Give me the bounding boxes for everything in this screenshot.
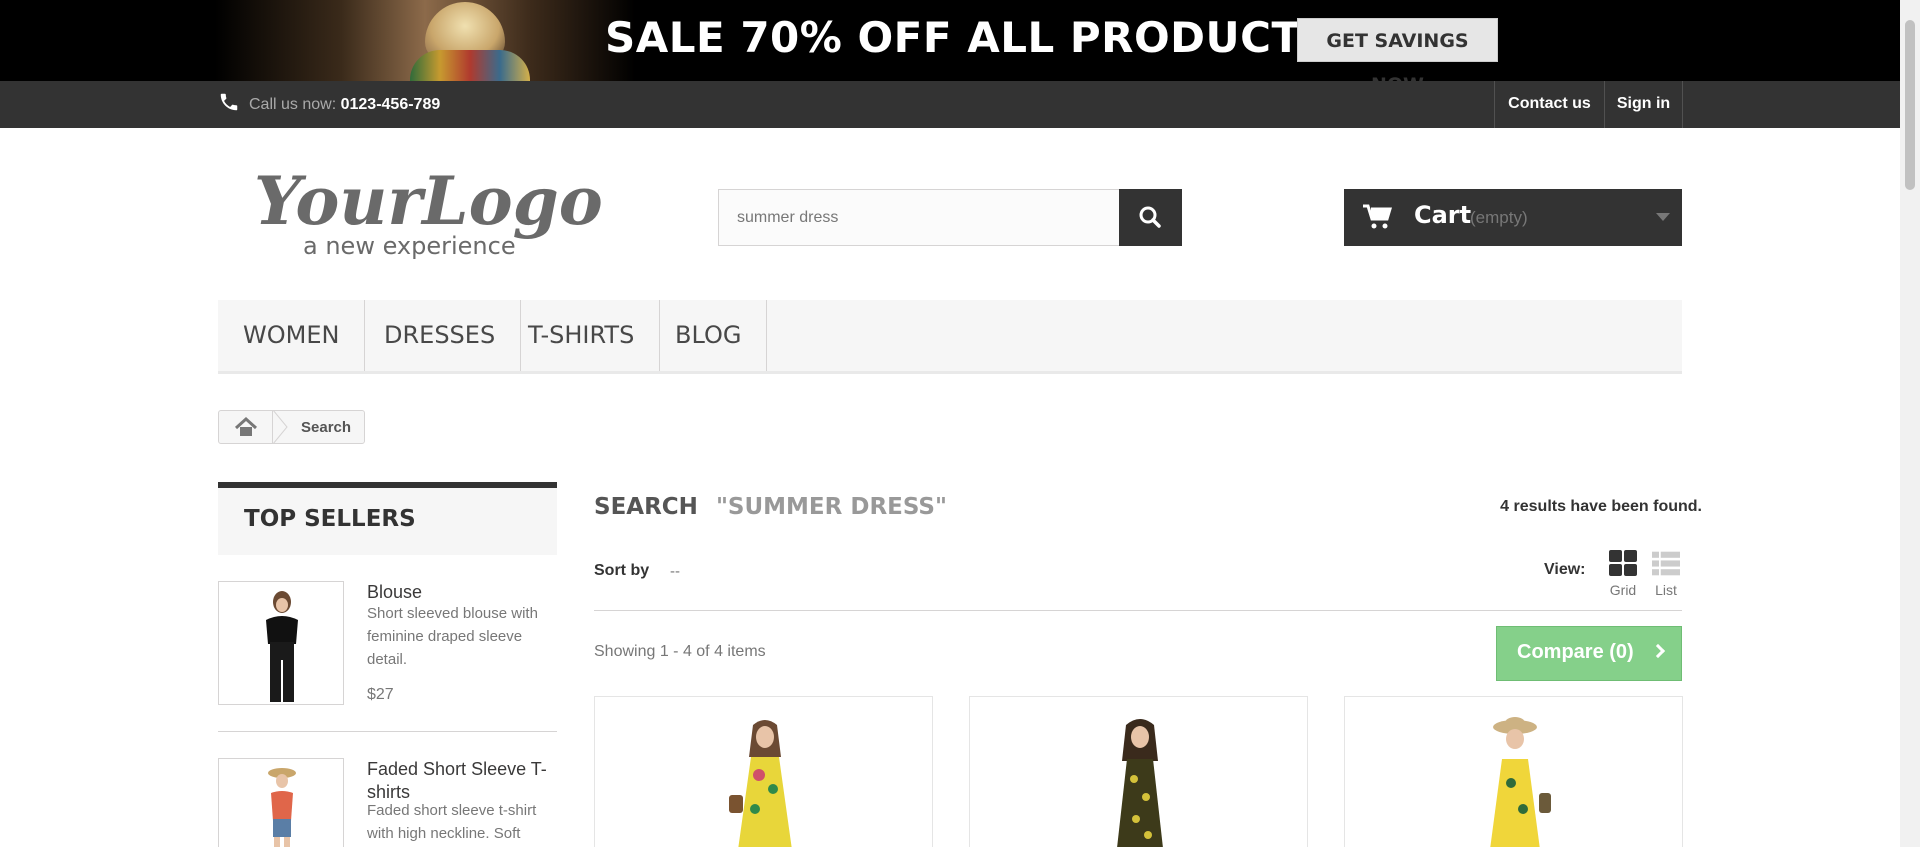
menu-item-dresses[interactable]: DRESSES [359,300,522,371]
blouse-model-image [266,591,298,702]
promo-title: SALE 70% OFF ALL PRODUCTS [605,13,1332,62]
results-count: 4 results have been found. [1500,498,1702,515]
phone-icon [220,93,238,111]
logo-tagline: a new experience [303,232,516,260]
list-caption: List [1655,582,1677,598]
main-menu: WOMEN DRESSES T-SHIRTS BLOG [218,300,1682,374]
search-icon [1139,206,1161,228]
product-card[interactable] [969,696,1308,847]
grid-caption: Grid [1609,582,1637,598]
search-query: "SUMMER DRESS" [715,494,947,520]
menu-item-tshirts[interactable]: T-SHIRTS [503,300,661,371]
product-card[interactable] [1344,696,1683,847]
product-image [1490,717,1551,847]
page-scrollbar[interactable] [1900,0,1920,847]
cart-status: (empty) [1470,208,1528,227]
scrollbar-thumb[interactable] [1905,20,1915,190]
top-sellers-title: TOP SELLERS [218,482,557,555]
chevron-right-icon [1650,643,1666,659]
sort-select[interactable]: -- [670,563,680,580]
content-divider [594,610,1682,611]
grid-icon [1609,550,1637,576]
search-heading-label: SEARCH [594,494,698,520]
product-image [1117,719,1163,847]
view-list-button[interactable]: List [1648,550,1684,598]
logo-text: YourLogo [254,162,603,240]
cart-icon [1363,204,1392,229]
product-image [729,720,792,847]
sign-in-link[interactable]: Sign in [1604,81,1683,128]
search-heading: SEARCH "SUMMER DRESS" [594,494,947,520]
sidebar-divider [218,731,557,732]
view-grid-button[interactable]: Grid [1605,550,1641,598]
search-button[interactable] [1119,189,1182,246]
product-card[interactable] [594,696,933,847]
sort-label: Sort by [594,562,650,579]
product-name[interactable]: Blouse [367,581,557,604]
showing-count: Showing 1 - 4 of 4 items [594,643,766,660]
cart-button[interactable]: Cart (empty) [1344,189,1682,246]
menu-item-blog[interactable]: BLOG [650,300,768,371]
product-price: $27 [367,686,394,703]
compare-label: Compare (0) [1517,641,1634,663]
product-thumbnail[interactable] [218,581,344,705]
menu-item-women[interactable]: WOMEN [218,300,366,371]
top-bar: Call us now: 0123-456-789 Contact us Sig… [0,81,1900,128]
cart-label: Cart [1414,201,1472,229]
breadcrumb-separator [272,410,288,444]
store-logo[interactable]: YourLogo a new experience [248,152,608,262]
breadcrumb-home[interactable] [219,411,273,443]
contact-us-link[interactable]: Contact us [1494,81,1604,128]
promo-banner[interactable]: SALE 70% OFF ALL PRODUCTS GET SAVINGS NO… [0,0,1900,81]
view-label: View: [1544,561,1586,578]
product-thumbnail[interactable] [218,758,344,847]
breadcrumb: Search [218,410,365,444]
get-savings-button[interactable]: GET SAVINGS NOW [1297,18,1498,81]
tshirt-model-image [268,768,296,847]
home-icon [234,416,258,436]
breadcrumb-current: Search [301,419,352,436]
call-us-text: Call us now: 0123-456-789 [249,96,440,114]
phone-number: 0123-456-789 [340,96,441,113]
list-icon [1652,551,1680,576]
promo-model-image [215,0,635,81]
call-us-label: Call us now: [249,96,337,113]
product-description: Faded short sleeve t-shirt with high nec… [367,802,537,842]
search-input[interactable]: summer dress [718,189,1120,246]
cart-dropdown-icon [1656,213,1670,221]
product-name[interactable]: Faded Short Sleeve T-shirts [367,758,557,804]
product-description: Short sleeved blouse with feminine drape… [367,605,538,668]
compare-button[interactable]: Compare (0) [1496,626,1682,681]
